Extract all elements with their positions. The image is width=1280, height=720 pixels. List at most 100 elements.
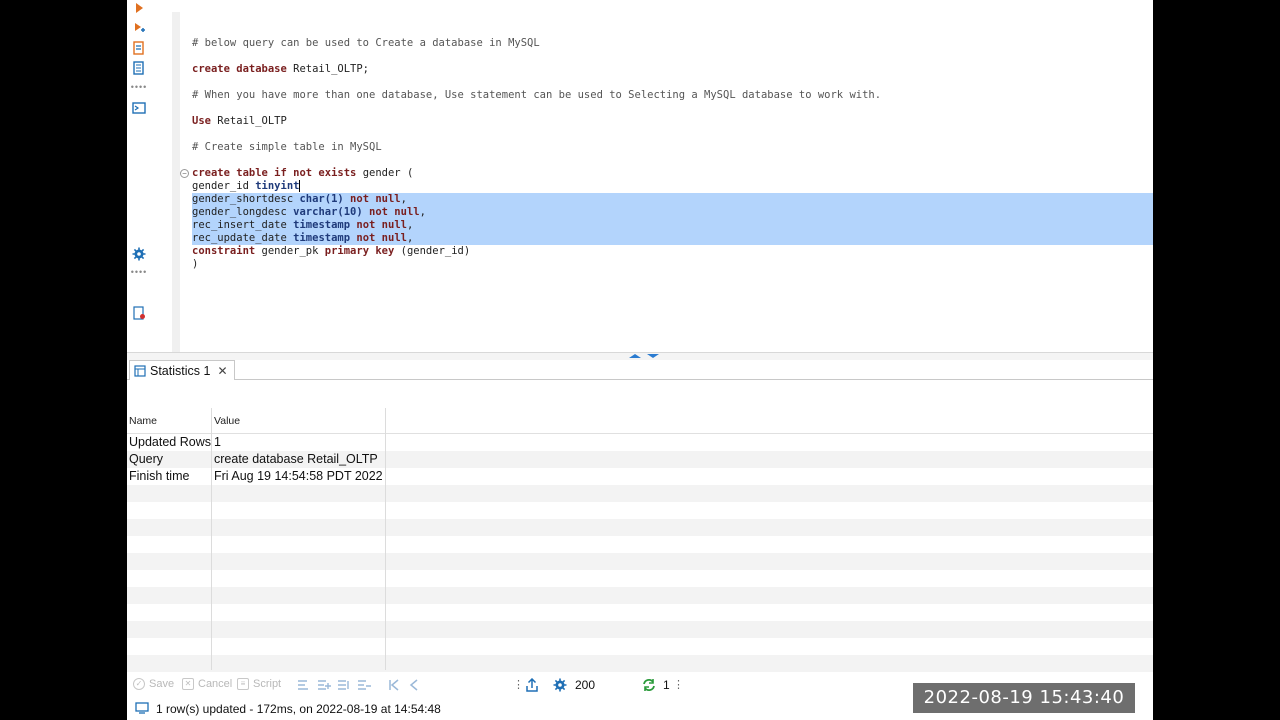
code-line[interactable] <box>192 102 1153 115</box>
sql-editor[interactable]: •••• •••• − # below query can be used to… <box>127 0 1153 352</box>
refresh-count: 1 <box>663 678 670 692</box>
table-row[interactable] <box>127 536 1153 553</box>
table-row[interactable] <box>127 638 1153 655</box>
grid-header: Name Value <box>127 408 1153 434</box>
toolbar-separator: ⋮ <box>513 679 524 691</box>
load-script-icon[interactable] <box>131 60 147 76</box>
code-token: ) <box>192 258 199 270</box>
table-row[interactable]: Updated Rows 1 <box>127 434 1153 451</box>
code-line[interactable] <box>192 76 1153 89</box>
cell-name[interactable]: Updated Rows <box>129 435 211 449</box>
video-timestamp-overlay: 2022-08-19 15:43:40 <box>913 683 1135 713</box>
script-icon: ≡ <box>237 678 249 690</box>
table-row[interactable]: Query create database Retail_OLTP <box>127 451 1153 468</box>
explain-plan-icon[interactable] <box>131 40 147 56</box>
fetch-size-input[interactable] <box>575 677 635 693</box>
add-row-icon[interactable] <box>317 678 331 692</box>
code-line[interactable] <box>192 128 1153 141</box>
table-row[interactable] <box>127 587 1153 604</box>
code-token: # When you have more than one database, … <box>192 89 882 101</box>
execute-script-icon[interactable] <box>131 20 147 36</box>
previous-page-icon[interactable] <box>407 678 421 692</box>
code-token: , <box>406 232 414 244</box>
table-row[interactable] <box>127 655 1153 672</box>
fold-toggle-icon[interactable]: − <box>180 169 189 178</box>
code-token: char(1) <box>299 193 344 205</box>
settings-gear-icon[interactable] <box>131 246 147 262</box>
statistics-grid[interactable]: Name Value Updated Rows 1 Query create data… <box>127 408 1153 672</box>
code-line[interactable]: rec_update_date timestamp not null, <box>192 232 1153 245</box>
code-line[interactable]: ) <box>192 258 1153 271</box>
code-line[interactable]: # When you have more than one database, … <box>192 89 1153 102</box>
code-line[interactable]: constraint gender_pk primary key (gender… <box>192 245 1153 258</box>
code-token: tinyint <box>255 180 300 192</box>
column-divider[interactable] <box>211 408 212 670</box>
code-line[interactable]: create table if not exists gender ( <box>192 167 1153 180</box>
cancel-label: Cancel <box>198 678 233 690</box>
code-token: , <box>406 219 414 231</box>
table-row[interactable] <box>127 553 1153 570</box>
first-page-icon[interactable] <box>387 678 401 692</box>
toolbar-separator-2: ⋮ <box>673 679 684 691</box>
status-message: 1 row(s) updated - 172ms, on 2022-08-19 … <box>156 702 441 716</box>
code-line[interactable]: Use Retail_OLTP <box>192 115 1153 128</box>
cancel-button[interactable]: ✕ Cancel <box>182 678 232 690</box>
cell-value[interactable]: create database Retail_OLTP <box>214 452 378 466</box>
column-header-name[interactable]: Name <box>129 415 157 427</box>
statistics-table-icon <box>134 365 146 377</box>
code-token: Retail_OLTP <box>210 115 287 127</box>
refresh-icon[interactable] <box>642 678 656 692</box>
output-log-icon[interactable] <box>131 305 147 321</box>
code-line[interactable]: gender_id tinyint <box>192 180 1153 193</box>
code-token: gender_longdesc <box>192 206 294 218</box>
cell-value[interactable]: 1 <box>214 435 221 449</box>
edit-row-icon[interactable] <box>297 678 311 692</box>
column-divider[interactable] <box>385 408 386 670</box>
execute-statement-icon[interactable] <box>131 0 147 16</box>
code-token: (gender_id) <box>394 245 471 257</box>
code-line[interactable]: create database Retail_OLTP; <box>192 63 1153 76</box>
close-tab-icon[interactable]: ✕ <box>217 364 227 378</box>
cell-name[interactable]: Query <box>129 452 163 466</box>
more-dots-icon[interactable]: •••• <box>131 82 147 92</box>
text-cursor <box>299 180 301 192</box>
fetch-settings-gear-icon[interactable] <box>553 678 567 692</box>
script-button[interactable]: ≡ Script <box>237 678 281 690</box>
table-row[interactable]: Finish time Fri Aug 19 14:54:58 PDT 2022 <box>127 468 1153 485</box>
more-dots-icon-2[interactable]: •••• <box>131 267 147 277</box>
code-token: Retail_OLTP; <box>286 63 370 75</box>
code-line[interactable]: rec_insert_date timestamp not null, <box>192 219 1153 232</box>
code-token: create table if not exists <box>192 167 357 179</box>
check-icon: ✓ <box>133 678 145 690</box>
copy-row-icon[interactable] <box>337 678 351 692</box>
code-token: gender_shortdesc <box>192 193 300 205</box>
code-line[interactable] <box>192 50 1153 63</box>
table-row[interactable] <box>127 604 1153 621</box>
code-token: varchar(10) <box>293 206 363 218</box>
terminal-icon[interactable] <box>131 100 147 116</box>
table-row[interactable] <box>127 519 1153 536</box>
delete-row-icon[interactable] <box>357 678 371 692</box>
splitter-grip-icon[interactable] <box>627 353 663 359</box>
table-row[interactable] <box>127 485 1153 502</box>
cell-name[interactable]: Finish time <box>129 469 189 483</box>
table-row[interactable] <box>127 570 1153 587</box>
code-area[interactable]: # below query can be used to Create a da… <box>192 37 1153 271</box>
code-token: # Create simple table in MySQL <box>192 141 382 153</box>
code-token: gender ( <box>356 167 414 179</box>
tab-statistics[interactable]: Statistics 1 ✕ <box>129 360 235 380</box>
save-button[interactable]: ✓ Save <box>133 678 174 690</box>
cell-value[interactable]: Fri Aug 19 14:54:58 PDT 2022 <box>214 469 383 483</box>
table-row[interactable] <box>127 621 1153 638</box>
export-icon[interactable] <box>525 678 539 692</box>
code-line[interactable]: # below query can be used to Create a da… <box>192 37 1153 50</box>
column-header-value[interactable]: Value <box>214 415 240 427</box>
table-row[interactable] <box>127 502 1153 519</box>
code-line[interactable]: gender_shortdesc char(1) not null, <box>192 193 1153 206</box>
code-token: timestamp <box>293 219 351 231</box>
panel-splitter[interactable] <box>127 352 1153 360</box>
code-line[interactable]: gender_longdesc varchar(10) not null, <box>192 206 1153 219</box>
code-line[interactable] <box>192 154 1153 167</box>
code-line[interactable]: # Create simple table in MySQL <box>192 141 1153 154</box>
code-token: gender_pk <box>255 245 325 257</box>
